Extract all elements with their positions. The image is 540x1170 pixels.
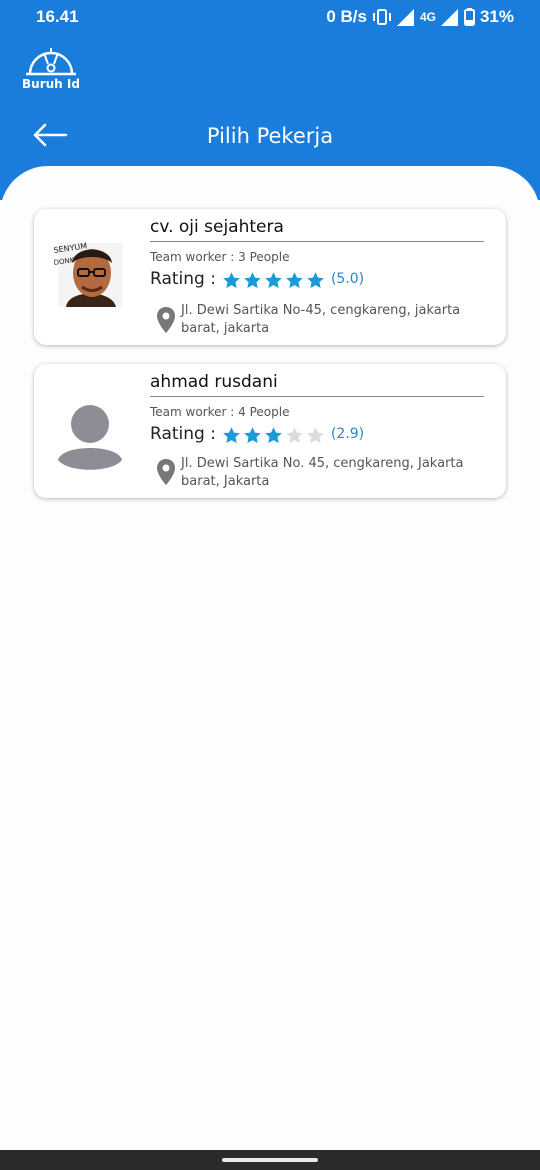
- logo-text: Buruh Id: [22, 77, 80, 91]
- worker-name: cv. oji sejahtera: [150, 217, 284, 237]
- signal-icon-2: [440, 8, 458, 26]
- divider: [150, 396, 484, 397]
- avatar: SENYUM DONK: [52, 237, 128, 313]
- worker-card[interactable]: SENYUM DONK cv. oji sejahtera Team worke…: [34, 209, 506, 345]
- rating-value: (2.9): [330, 425, 365, 442]
- rating-stars: [222, 426, 325, 445]
- battery-icon: [463, 8, 475, 26]
- team-size: Team worker : 3 People: [150, 250, 290, 264]
- user-placeholder-icon: [58, 405, 122, 470]
- worker-photo: SENYUM DONK: [53, 241, 122, 307]
- star-filled-icon: [307, 272, 324, 289]
- star-empty-icon: [286, 427, 303, 444]
- location-pin-icon: [157, 307, 175, 333]
- rating-label: Rating :: [150, 423, 216, 444]
- vibrate-icon: [372, 9, 391, 25]
- rating-stars: [222, 271, 325, 290]
- worker-address: Jl. Dewi Sartika No-45, cengkareng, jaka…: [181, 303, 461, 336]
- network-type: 4G: [419, 10, 436, 24]
- status-time: 16.41: [36, 7, 79, 26]
- battery-level: 31%: [479, 7, 514, 26]
- star-empty-icon: [307, 427, 324, 444]
- star-filled-icon: [265, 427, 282, 444]
- team-size: Team worker : 4 People: [150, 405, 290, 419]
- star-filled-icon: [244, 272, 261, 289]
- worker-card[interactable]: ahmad rusdani Team worker : 4 People Rat…: [34, 364, 506, 498]
- divider: [150, 241, 484, 242]
- star-filled-icon: [265, 272, 282, 289]
- home-gesture-handle[interactable]: [222, 1158, 318, 1162]
- system-nav-bar: [0, 1150, 540, 1170]
- worker-name: ahmad rusdani: [150, 372, 278, 392]
- rating-row: Rating : (5.0): [150, 267, 364, 290]
- avatar: [52, 400, 128, 476]
- page-title: Pilih Pekerja: [206, 124, 334, 148]
- star-filled-icon: [286, 272, 303, 289]
- rating-row: Rating : (2.9): [150, 422, 364, 445]
- status-bar: 16.41 0 B/s 4G 31%: [0, 0, 540, 34]
- signal-icon: [396, 8, 414, 26]
- app-logo: Buruh Id: [22, 44, 80, 94]
- worker-address: Jl. Dewi Sartika No. 45, cengkareng, Jak…: [181, 456, 464, 489]
- network-speed: 0 B/s: [326, 7, 367, 26]
- star-filled-icon: [244, 427, 261, 444]
- rating-value: (5.0): [330, 270, 365, 287]
- star-filled-icon: [223, 427, 240, 444]
- helmet-logo-icon: [26, 48, 76, 76]
- location-pin-icon: [157, 459, 175, 485]
- rating-label: Rating :: [150, 268, 216, 289]
- star-filled-icon: [223, 272, 240, 289]
- status-icons: 0 B/s 4G 31%: [326, 7, 514, 27]
